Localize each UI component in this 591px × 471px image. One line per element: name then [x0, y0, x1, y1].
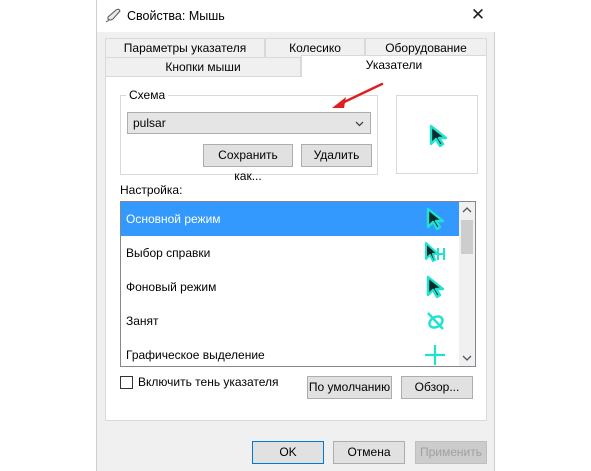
scrollbar-thumb[interactable]	[461, 220, 473, 254]
list-item-label: Выбор справки	[126, 246, 211, 260]
cursor-preview	[396, 95, 478, 174]
apply-label: Применить	[419, 445, 482, 459]
list-scrollbar[interactable]	[459, 202, 475, 366]
scroll-up-icon[interactable]	[459, 202, 475, 218]
save-as-label: Сохранить как...	[218, 148, 278, 183]
scheme-legend: Схема	[126, 88, 169, 102]
shadow-checkbox-label: Включить тень указателя	[138, 375, 279, 389]
tab-label: Указатели	[365, 58, 423, 72]
ok-button[interactable]: OK	[252, 441, 324, 464]
scheme-dropdown[interactable]: pulsar	[127, 112, 371, 134]
save-as-button[interactable]: Сохранить как...	[203, 144, 293, 183]
list-item[interactable]: Занят	[121, 304, 461, 338]
tab-label: Колесико	[289, 41, 341, 55]
default-label: По умолчанию	[308, 380, 391, 394]
cancel-button[interactable]: Отмена	[333, 441, 405, 464]
tab-buttons[interactable]: Кнопки мыши	[105, 57, 301, 77]
apply-button[interactable]: Применить	[415, 441, 487, 464]
tab-pointers[interactable]: Указатели	[301, 55, 487, 77]
browse-button[interactable]: Обзор...	[401, 376, 473, 399]
scroll-down-icon[interactable]	[459, 350, 475, 366]
mouse-icon	[105, 8, 121, 23]
list-item[interactable]: Выбор справки	[121, 236, 461, 270]
title-bar: Свойства: Мышь ✕	[97, 0, 496, 32]
list-item-label: Фоновый режим	[126, 280, 217, 294]
close-icon: ✕	[470, 5, 486, 24]
scheme-dropdown-value: pulsar	[133, 116, 166, 130]
tab-label: Оборудование	[385, 41, 467, 55]
cancel-label: Отмена	[347, 445, 391, 459]
tab-pointer-options[interactable]: Параметры указателя	[105, 38, 265, 58]
close-button[interactable]: ✕	[460, 0, 496, 32]
pointers-tab-panel: Схема pulsar Сохранить как... Удалить На…	[105, 76, 487, 421]
list-item-label: Основной режим	[126, 212, 221, 226]
list-item[interactable]: Фоновый режим	[121, 270, 461, 304]
scheme-groupbox: Схема pulsar Сохранить как... Удалить	[120, 88, 378, 183]
tab-label: Параметры указателя	[123, 41, 247, 55]
delete-label: Удалить	[313, 148, 360, 162]
shadow-checkbox[interactable]	[120, 376, 133, 389]
customize-label: Настройка:	[120, 183, 183, 197]
mouse-properties-dialog: Свойства: Мышь ✕ Параметры указателя Кол…	[96, 0, 496, 471]
arrow-cursor-icon	[426, 207, 445, 231]
cursor-list[interactable]: Основной режим Выбор справки Фоновый реж…	[120, 201, 476, 367]
default-button[interactable]: По умолчанию	[307, 376, 392, 399]
help-select-cursor-icon	[425, 242, 445, 262]
arrow-cursor-icon	[429, 124, 448, 148]
working-in-background-cursor-icon	[426, 275, 445, 299]
ok-label: OK	[279, 445, 297, 459]
busy-cursor-icon	[427, 312, 444, 330]
tab-label: Кнопки мыши	[165, 60, 241, 74]
list-item[interactable]: Основной режим	[121, 202, 461, 236]
delete-button[interactable]: Удалить	[301, 144, 372, 167]
precision-select-cursor-icon	[425, 345, 445, 365]
list-item[interactable]: Графическое выделение	[121, 338, 461, 366]
list-item-label: Графическое выделение	[126, 348, 265, 362]
window-title: Свойства: Мышь	[127, 9, 225, 23]
list-item-label: Занят	[126, 314, 159, 328]
chevron-down-icon	[355, 121, 364, 127]
browse-label: Обзор...	[414, 380, 460, 394]
